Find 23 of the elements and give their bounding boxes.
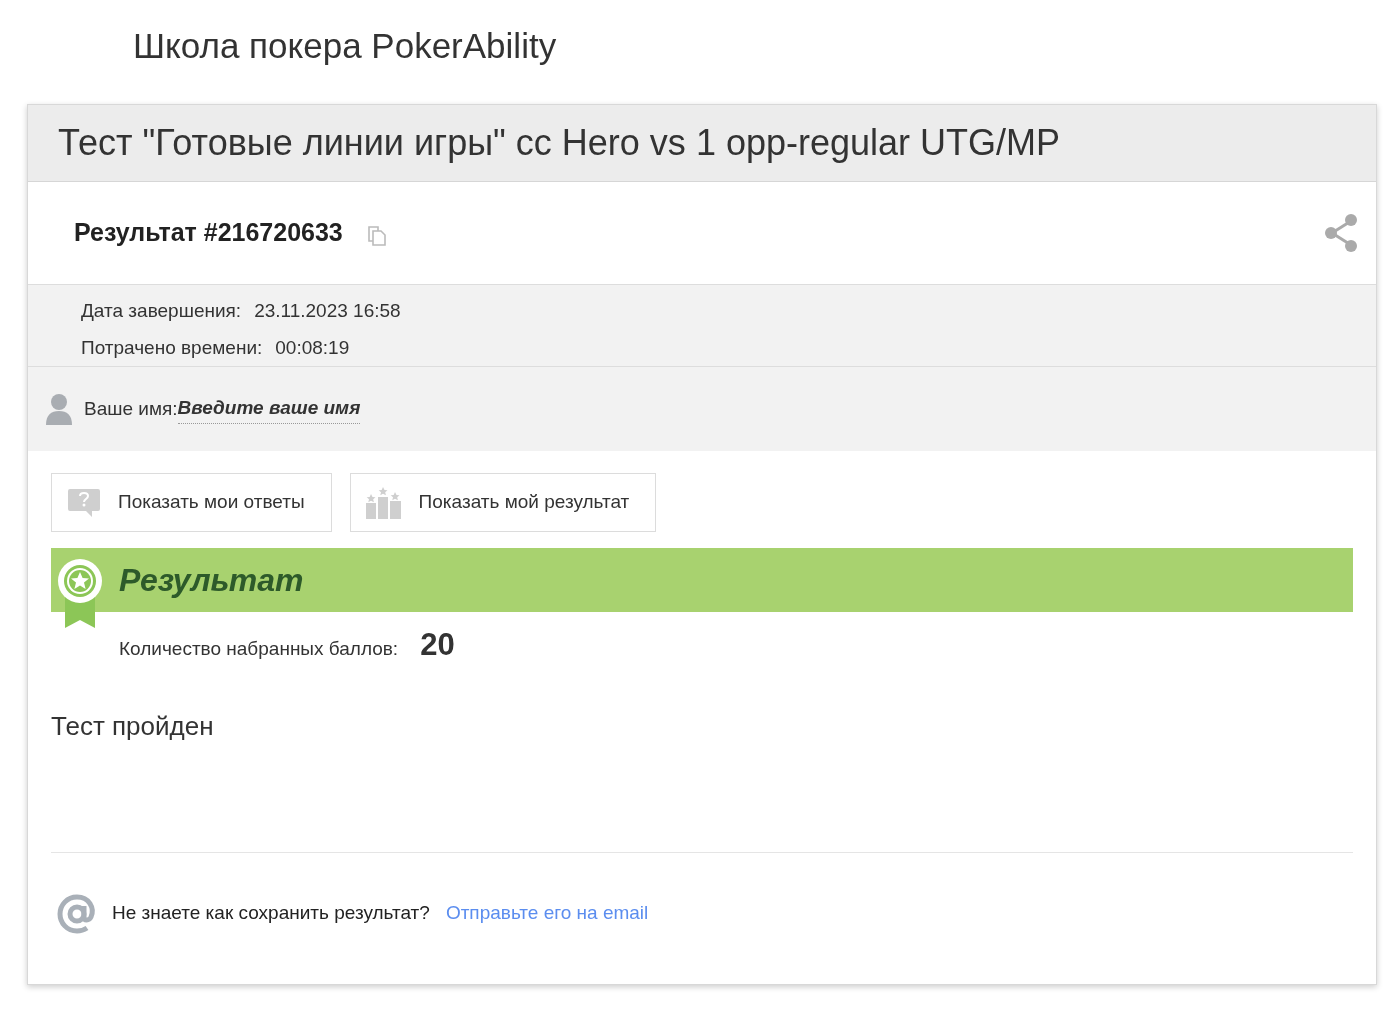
detail-value: 23.11.2023 16:58 (254, 299, 401, 323)
user-icon (46, 393, 72, 425)
show-answers-button[interactable]: Показать мои ответы (51, 473, 332, 532)
award-badge-icon (57, 558, 103, 628)
name-field[interactable]: Введите ваше имя (177, 394, 361, 424)
name-label: Ваше имя: (84, 396, 178, 421)
share-icon[interactable] (1324, 213, 1358, 253)
show-result-button[interactable]: Показать мой результат (349, 473, 657, 532)
copy-icon[interactable] (367, 224, 386, 246)
result-heading: Результат #216720633 (74, 217, 343, 249)
podium-icon (365, 486, 402, 519)
verdict-text: Тест пройден (51, 709, 215, 743)
score-label: Количество набранных баллов: (119, 637, 399, 661)
question-bubble-icon (67, 487, 101, 518)
detail-value: 00:08:19 (275, 335, 350, 360)
score-value: 20 (420, 626, 455, 664)
detail-label: Дата завершения: (81, 299, 242, 323)
test-title: Тест "Готовые линии игры" cc Hero vs 1 opp-regular UTG/MP (58, 121, 1060, 165)
detail-label: Потрачено времени: (81, 335, 263, 360)
result-title: Результат (119, 561, 304, 600)
at-sign-icon (57, 893, 97, 934)
site-title: Школа покера PokerAbility (133, 26, 557, 65)
footer-text: Не знаете как сохранить результат? (112, 901, 430, 926)
